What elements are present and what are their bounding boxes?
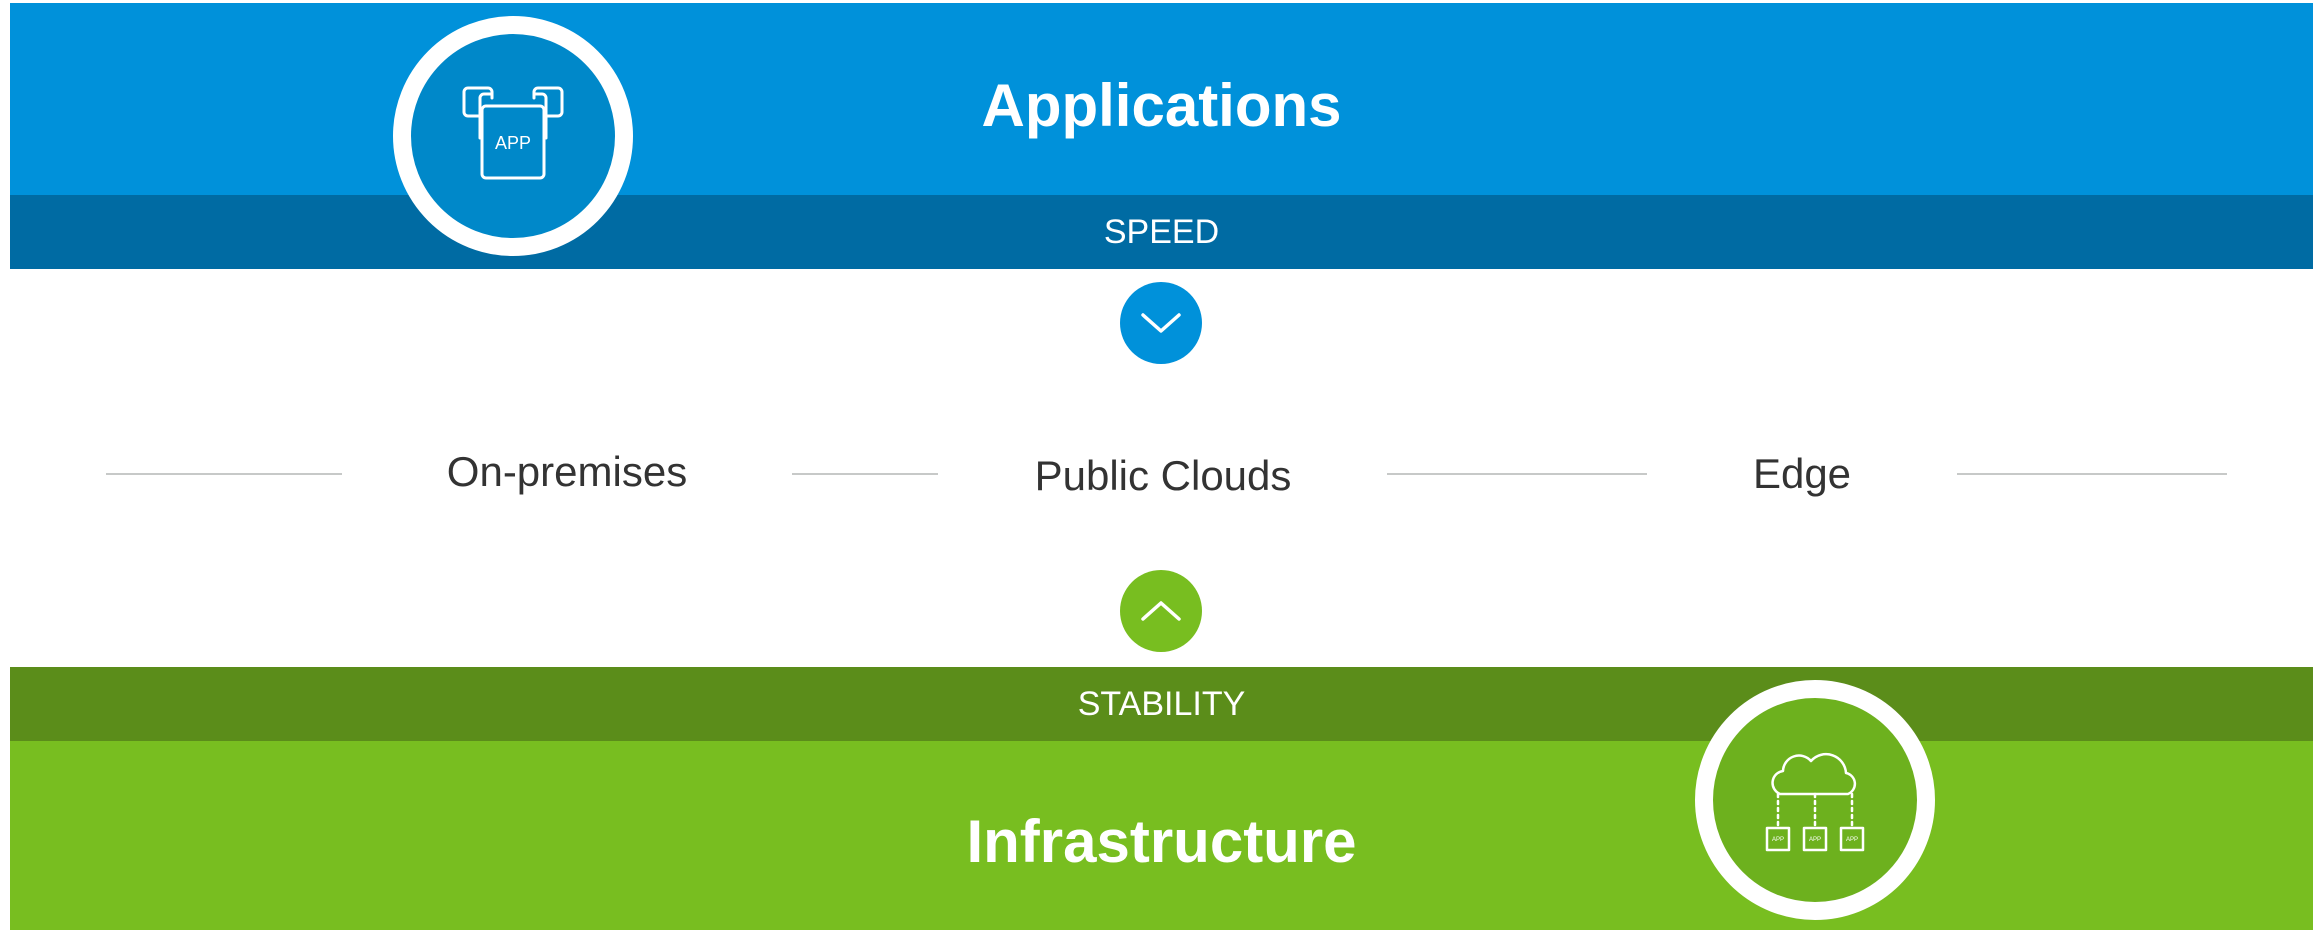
- divider-line: [792, 473, 938, 475]
- cloud-badge: APP APP APP: [1695, 680, 1935, 920]
- speed-label: SPEED: [1103, 213, 1220, 251]
- location-edge: Edge: [1752, 450, 1852, 497]
- infrastructure-band: Infrastructure: [10, 741, 2313, 930]
- stability-label: STABILITY: [1077, 685, 1246, 723]
- location-on-premises: On-premises: [446, 448, 688, 495]
- chevron-up-button[interactable]: [1120, 570, 1202, 652]
- chevron-down-icon: [1141, 313, 1181, 333]
- mini-app-label: APP: [1846, 837, 1858, 843]
- speed-band: SPEED: [10, 195, 2313, 269]
- app-windows-icon: APP: [462, 86, 564, 180]
- stability-band: STABILITY: [10, 667, 2313, 741]
- divider-line: [106, 473, 342, 475]
- chevron-down-button[interactable]: [1120, 282, 1202, 364]
- chevron-up-icon: [1141, 601, 1181, 621]
- applications-band: Applications: [10, 3, 2313, 195]
- divider-line: [1957, 473, 2227, 475]
- mini-app-label: APP: [1772, 837, 1784, 843]
- app-badge: APP: [393, 16, 633, 256]
- infrastructure-title: Infrastructure: [966, 808, 1357, 875]
- app-icon-label: APP: [495, 133, 531, 153]
- divider-line: [1387, 473, 1647, 475]
- applications-title: Applications: [981, 72, 1342, 139]
- mini-app-label: APP: [1809, 837, 1821, 843]
- cloud-apps-icon: APP APP APP: [1765, 752, 1865, 852]
- location-public-clouds: Public Clouds: [1034, 452, 1292, 499]
